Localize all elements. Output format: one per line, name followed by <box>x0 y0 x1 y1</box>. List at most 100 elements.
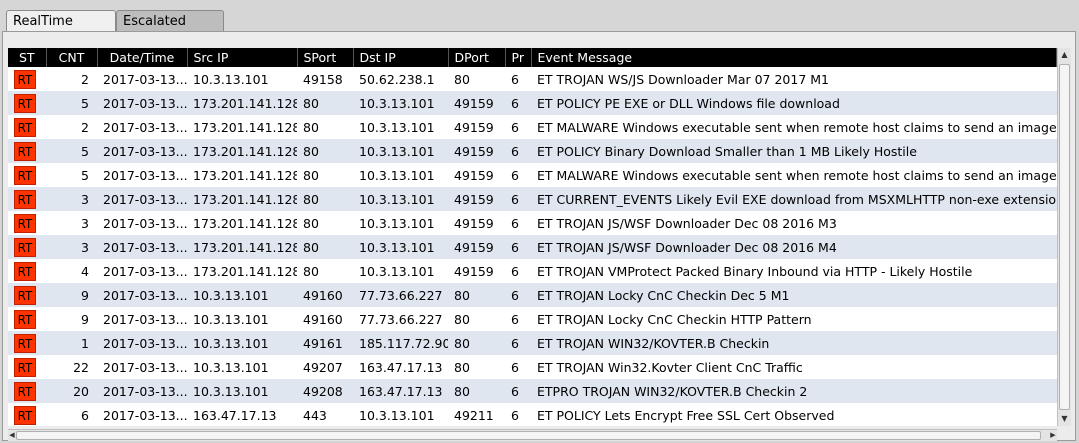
column-header-cnt[interactable]: CNT <box>46 48 98 67</box>
cell-dst-ip: 10.3.13.101 <box>359 167 435 183</box>
cell-event-message: ETPRO TROJAN WIN32/KOVTER.B Checkin 2 <box>531 379 1057 403</box>
table-row[interactable]: RT 22 2017-03-13... 10.3.13.101 49207 163.47.… <box>8 355 1057 379</box>
cell-src-ip: 173.201.141.128 <box>193 215 297 231</box>
cell-sport: 80 <box>297 91 353 115</box>
cell-cnt: 5 <box>81 167 89 183</box>
cell-dport: 49159 <box>448 235 505 259</box>
column-header-pr[interactable]: Pr <box>505 48 532 67</box>
horizontal-scrollbar[interactable]: ◀ ▶ <box>8 429 1057 441</box>
cell-sport: 443 <box>303 407 327 423</box>
scroll-up-arrow-icon[interactable]: ▲ <box>1058 48 1071 62</box>
cell-event-message: ET TROJAN JS/WSF Downloader Dec 08 2016 … <box>537 215 837 231</box>
vertical-scroll-thumb[interactable] <box>1059 64 1070 410</box>
cell-dst-ip: 10.3.13.101 <box>359 215 435 231</box>
cell-sport: 80 <box>297 139 353 163</box>
column-header-sport[interactable]: SPort <box>297 48 354 67</box>
cell-dport: 49211 <box>454 407 494 423</box>
cell-cnt: 4 <box>81 263 89 279</box>
scroll-down-arrow-icon[interactable]: ▼ <box>1058 412 1071 426</box>
cell-pr: 6 <box>511 359 519 375</box>
cell-st: RT <box>8 67 46 91</box>
cell-dport: 80 <box>448 331 505 355</box>
status-badge: RT <box>14 165 36 185</box>
table-row[interactable]: RT 2 2017-03-13... 10.3.13.101 49158 50.62.23… <box>8 67 1057 91</box>
cell-sport: 80 <box>297 187 353 211</box>
cell-dst-ip: 77.73.66.227 <box>353 283 448 307</box>
column-header-dst-ip[interactable]: Dst IP <box>353 48 449 67</box>
table-row[interactable]: RT 5 2017-03-13... 173.201.141.128 80 10.3.13… <box>8 91 1057 115</box>
cell-datetime: 2017-03-13... <box>97 139 187 163</box>
cell-pr: 6 <box>511 215 519 231</box>
cell-datetime: 2017-03-13... <box>103 263 187 279</box>
cell-dport: 49159 <box>454 167 494 183</box>
cell-dport: 80 <box>454 359 470 375</box>
cell-event-message: ET POLICY Binary Download Smaller than 1… <box>531 139 1057 163</box>
vertical-scrollbar[interactable]: ▲ ▼ <box>1057 48 1071 426</box>
table-row[interactable]: RT 3 2017-03-13... 173.201.141.128 80 10.3.13… <box>8 235 1057 259</box>
scroll-left-arrow-icon[interactable]: ◀ <box>8 430 16 441</box>
tab-realtime-events[interactable]: RealTime Events <box>6 10 116 51</box>
cell-src-ip: 10.3.13.101 <box>193 311 269 327</box>
scroll-right-arrow-icon[interactable]: ▶ <box>1049 430 1057 441</box>
cell-st: RT <box>8 91 46 115</box>
table-header-row: ST CNT Date/Time Src IP SPort Dst IP DPo… <box>8 48 1057 67</box>
cell-st: RT <box>8 187 46 211</box>
status-badge: RT <box>14 189 36 209</box>
cell-dst-ip: 77.73.66.227 <box>359 311 443 327</box>
cell-dst-ip: 163.47.17.13 <box>359 359 443 375</box>
table-row[interactable]: RT 9 2017-03-13... 10.3.13.101 49160 77.73.66… <box>8 283 1057 307</box>
table-row[interactable]: RT 6 2017-03-13... 163.47.17.13 443 10.3.13.1… <box>8 403 1057 426</box>
horizontal-scroll-thumb[interactable] <box>16 431 1041 440</box>
column-header-src-ip[interactable]: Src IP <box>187 48 298 67</box>
table-row[interactable]: RT 9 2017-03-13... 10.3.13.101 49160 77.73.66… <box>8 307 1057 331</box>
cell-dst-ip: 10.3.13.101 <box>359 119 435 135</box>
cell-datetime: 2017-03-13... <box>103 119 187 135</box>
cell-cnt: 5 <box>46 91 97 115</box>
table-row[interactable]: RT 20 2017-03-13... 10.3.13.101 49208 163.47.… <box>8 379 1057 403</box>
cell-event-message: ET TROJAN Locky CnC Checkin HTTP Pattern <box>537 311 812 327</box>
status-badge: RT <box>14 405 36 425</box>
cell-datetime: 2017-03-13... <box>103 407 187 423</box>
table-row[interactable]: RT 3 2017-03-13... 173.201.141.128 80 10.3.13… <box>8 211 1057 235</box>
cell-st: RT <box>8 259 46 283</box>
cell-src-ip: 10.3.13.101 <box>193 359 269 375</box>
table-row[interactable]: RT 2 2017-03-13... 173.201.141.128 80 10.3.13… <box>8 115 1057 139</box>
cell-datetime: 2017-03-13... <box>103 71 187 87</box>
status-badge: RT <box>14 93 36 113</box>
table-row[interactable]: RT 4 2017-03-13... 173.201.141.128 80 10.3.13… <box>8 259 1057 283</box>
column-header-datetime[interactable]: Date/Time <box>97 48 188 67</box>
tab-bar: RealTime Events Escalated Events <box>0 0 1079 51</box>
cell-dport: 49159 <box>454 263 494 279</box>
cell-event-message: ET MALWARE Windows executable sent when … <box>537 119 1057 135</box>
cell-datetime: 2017-03-13... <box>97 187 187 211</box>
table-row[interactable]: RT 5 2017-03-13... 173.201.141.128 80 10.3.13… <box>8 139 1057 163</box>
status-badge: RT <box>14 309 36 329</box>
cell-event-message: ET TROJAN Win32.Kovter Client CnC Traffi… <box>537 359 803 375</box>
cell-st: RT <box>8 163 46 187</box>
cell-pr: 6 <box>505 379 531 403</box>
cell-dport: 49159 <box>448 91 505 115</box>
cell-cnt: 3 <box>46 235 97 259</box>
status-badge: RT <box>14 261 36 281</box>
table-row[interactable]: RT 1 2017-03-13... 10.3.13.101 49161 185.117.… <box>8 331 1057 355</box>
cell-datetime: 2017-03-13... <box>103 215 187 231</box>
cell-datetime: 2017-03-13... <box>97 379 187 403</box>
cell-dst-ip: 10.3.13.101 <box>353 187 448 211</box>
column-header-event-message[interactable]: Event Message <box>531 48 1057 67</box>
cell-event-message: ET MALWARE Windows executable sent when … <box>537 167 1057 183</box>
cell-sport: 80 <box>303 263 319 279</box>
tab-escalated-events[interactable]: Escalated Events <box>116 10 224 51</box>
table-row[interactable]: RT 3 2017-03-13... 173.201.141.128 80 10.3.13… <box>8 187 1057 211</box>
cell-datetime: 2017-03-13... <box>97 91 187 115</box>
table-row[interactable]: RT 5 2017-03-13... 173.201.141.128 80 10.3.13… <box>8 163 1057 187</box>
cell-st: RT <box>8 211 46 235</box>
cell-dport: 80 <box>454 71 470 87</box>
cell-cnt: 3 <box>81 215 89 231</box>
cell-dport: 80 <box>454 311 470 327</box>
status-badge: RT <box>14 141 36 161</box>
column-header-dport[interactable]: DPort <box>448 48 506 67</box>
cell-sport: 80 <box>303 119 319 135</box>
cell-cnt: 5 <box>46 139 97 163</box>
cell-event-message: ET TROJAN JS/WSF Downloader Dec 08 2016 … <box>531 235 1057 259</box>
column-header-st[interactable]: ST <box>8 48 47 67</box>
